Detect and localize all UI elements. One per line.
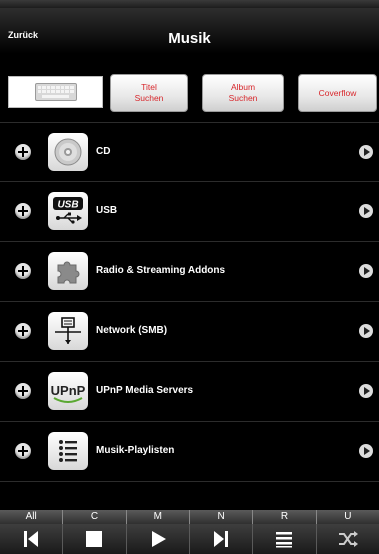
usb-icon: USB <box>48 192 88 230</box>
alpha-filter-m[interactable]: M <box>127 510 190 524</box>
playlist-button[interactable] <box>253 524 317 554</box>
puzzle-icon <box>48 252 88 290</box>
album-search-button[interactable]: Album Suchen <box>202 74 284 112</box>
list-item-label: UPnP Media Servers <box>96 385 194 396</box>
alpha-filter-all[interactable]: All <box>0 510 64 524</box>
alphabet-bar: All C M N R U <box>0 510 379 524</box>
page-title: Musik <box>168 30 211 47</box>
list-item-label: USB <box>96 205 118 216</box>
coverflow-button[interactable]: Coverflow <box>298 74 377 112</box>
alpha-filter-r[interactable]: R <box>253 510 317 524</box>
list-item-usb[interactable]: USB USB <box>0 182 379 242</box>
stop-button[interactable] <box>63 524 127 554</box>
alpha-filter-c[interactable]: C <box>63 510 127 524</box>
play-arrow-icon[interactable] <box>359 145 373 159</box>
svg-text:USB: USB <box>57 200 78 211</box>
network-icon <box>48 312 88 350</box>
shuffle-button[interactable] <box>317 524 379 554</box>
play-arrow-icon[interactable] <box>359 384 373 398</box>
list-item-addons[interactable]: Radio & Streaming Addons <box>0 242 379 302</box>
keyboard-icon <box>34 83 77 101</box>
list-item-network[interactable]: Network (SMB) <box>0 302 379 362</box>
shuffle-icon <box>338 531 358 547</box>
album-search-label: Album Suchen <box>228 82 258 103</box>
list-item-label: Radio & Streaming Addons <box>96 265 226 276</box>
play-arrow-icon[interactable] <box>359 444 373 458</box>
coverflow-label: Coverflow <box>318 87 357 98</box>
next-button[interactable] <box>190 524 254 554</box>
transport-bar <box>0 524 379 554</box>
add-icon[interactable] <box>15 383 31 399</box>
add-icon[interactable] <box>15 203 31 219</box>
add-icon[interactable] <box>15 443 31 459</box>
previous-button[interactable] <box>0 524 64 554</box>
list-item-label: Musik-Playlisten <box>96 445 175 456</box>
list-item-cd[interactable]: CD <box>0 122 379 182</box>
header-bar: Musik <box>0 8 379 54</box>
back-button[interactable]: Zurück <box>8 30 38 40</box>
title-search-label: Titel Suchen <box>134 82 164 103</box>
upnp-icon: UPnP <box>48 372 88 410</box>
next-icon <box>214 531 229 547</box>
toolbar: Titel Suchen Album Suchen Coverflow <box>0 54 379 120</box>
playlist-icon <box>276 532 293 548</box>
list-item-label: CD <box>96 146 111 157</box>
play-arrow-icon[interactable] <box>359 204 373 218</box>
cd-icon <box>48 133 88 171</box>
list-item-playlists[interactable]: Musik-Playlisten <box>0 422 379 482</box>
stop-icon <box>86 531 103 547</box>
add-icon[interactable] <box>15 263 31 279</box>
svg-text:UPnP: UPnP <box>51 383 86 398</box>
keyboard-button[interactable] <box>8 76 103 108</box>
play-icon <box>151 531 166 547</box>
previous-icon <box>24 531 39 547</box>
alpha-filter-n[interactable]: N <box>190 510 254 524</box>
list-item-label: Network (SMB) <box>96 325 168 336</box>
title-search-button[interactable]: Titel Suchen <box>110 74 188 112</box>
play-button[interactable] <box>127 524 190 554</box>
play-arrow-icon[interactable] <box>359 264 373 278</box>
source-list: CD USB USB Radio & Streaming Addons Netw… <box>0 122 379 482</box>
add-icon[interactable] <box>15 144 31 160</box>
list-item-upnp[interactable]: UPnP UPnP Media Servers <box>0 362 379 422</box>
play-arrow-icon[interactable] <box>359 324 373 338</box>
music-screen: Musik Zurück Titel Suchen Album Suchen C… <box>0 0 379 554</box>
top-strip <box>0 0 379 8</box>
add-icon[interactable] <box>15 323 31 339</box>
playlist-icon <box>48 432 88 470</box>
alpha-filter-u[interactable]: U <box>317 510 379 524</box>
